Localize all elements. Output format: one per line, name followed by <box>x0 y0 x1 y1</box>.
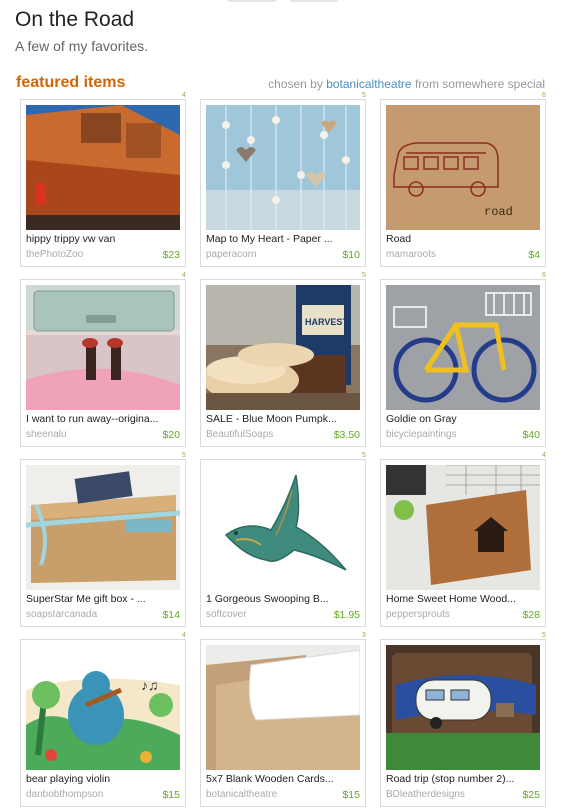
item-price: $25 <box>522 789 540 801</box>
suitcase-feet-photo[interactable] <box>26 285 180 410</box>
chosen-by-line: chosen by botanicaltheatre from somewher… <box>268 77 545 91</box>
item-shop[interactable]: bicyclepaintings <box>386 429 457 440</box>
item-card[interactable]: road Road mamaroots $4 <box>380 99 546 267</box>
page-subtitle: A few of my favorites. <box>15 38 149 54</box>
item-card[interactable]: 5x7 Blank Wooden Cards... botanicaltheat… <box>200 639 366 807</box>
paper-hearts-garland-photo[interactable] <box>206 105 360 230</box>
item-card[interactable]: HARVEST SALE - Blue Moon Pumpk... Beauti… <box>200 279 366 447</box>
item-title[interactable]: SuperStar Me gift box - ... <box>26 593 180 605</box>
van-card-image: road <box>386 105 540 230</box>
item-title[interactable]: bear playing violin <box>26 773 180 785</box>
item-title[interactable]: Map to My Heart - Paper ... <box>206 233 360 245</box>
item-card[interactable]: 1 Gorgeous Swooping B... softcover $1.95 <box>200 459 366 627</box>
vw-van-photo[interactable] <box>26 105 180 230</box>
curator-link[interactable]: botanicaltheatre <box>326 77 411 91</box>
item-rank: 4 <box>182 272 186 279</box>
item-shop[interactable]: softcover <box>206 609 247 620</box>
item-card[interactable]: Goldie on Gray bicyclepaintings $40 <box>380 279 546 447</box>
camper-leather-notebook-photo[interactable] <box>386 645 540 770</box>
soap-beer-image: HARVEST <box>206 285 360 410</box>
item-shop[interactable]: thePhotoZoo <box>26 249 83 260</box>
item-rank: 6 <box>542 272 546 279</box>
from-label: from <box>414 77 439 91</box>
item-title[interactable]: hippy trippy vw van <box>26 233 180 245</box>
camper-notebook-image <box>386 645 540 770</box>
item-price: $23 <box>162 249 180 261</box>
item-title[interactable]: Road <box>386 233 540 245</box>
gift-box-photo[interactable] <box>26 465 180 590</box>
item-title[interactable]: Road trip (stop number 2)... <box>386 773 540 785</box>
item-price: $20 <box>162 429 180 441</box>
item-card[interactable]: SuperStar Me gift box - ... soapstarcana… <box>20 459 186 627</box>
item-rank: 4 <box>542 452 546 459</box>
item-rank: 5 <box>362 452 366 459</box>
item-title[interactable]: SALE - Blue Moon Pumpk... <box>206 413 360 425</box>
location-text: somewhere special <box>442 77 545 91</box>
van-stamped-card-photo[interactable]: road <box>386 105 540 230</box>
item-price: $4 <box>528 249 540 261</box>
item-shop[interactable]: danbobthompson <box>26 789 103 800</box>
item-rank: 5 <box>362 92 366 99</box>
item-price: $15 <box>342 789 360 801</box>
svg-text:♪♫: ♪♫ <box>141 677 159 693</box>
bear-violin-image: ♪♫ <box>26 645 180 770</box>
item-shop[interactable]: BeautifulSoaps <box>206 429 273 440</box>
paper-hearts-image <box>206 105 360 230</box>
item-title[interactable]: 5x7 Blank Wooden Cards... <box>206 773 360 785</box>
bicycle-image <box>386 285 540 410</box>
item-title[interactable]: Home Sweet Home Wood... <box>386 593 540 605</box>
item-shop[interactable]: paperacorn <box>206 249 257 260</box>
item-card[interactable]: Road trip (stop number 2)... BDleatherde… <box>380 639 546 807</box>
item-price: $40 <box>522 429 540 441</box>
item-shop[interactable]: peppersprouts <box>386 609 450 620</box>
item-rank: 5 <box>182 452 186 459</box>
item-price: $28 <box>522 609 540 621</box>
item-rank: 6 <box>542 92 546 99</box>
item-price: $10 <box>342 249 360 261</box>
svg-text:road: road <box>484 205 513 219</box>
item-card[interactable]: ♪♫ bear playing violin danbobthompson $1… <box>20 639 186 807</box>
item-rank: 3 <box>362 632 366 639</box>
top-tab-left <box>228 0 276 2</box>
bear-violin-illustration[interactable]: ♪♫ <box>26 645 180 770</box>
house-card-image <box>386 465 540 590</box>
item-title[interactable]: Goldie on Gray <box>386 413 540 425</box>
top-tab-right <box>290 0 338 2</box>
item-rank: 5 <box>362 272 366 279</box>
blank-wooden-cards-photo[interactable] <box>206 645 360 770</box>
item-price: $15 <box>162 789 180 801</box>
svg-text:HARVEST: HARVEST <box>305 317 348 327</box>
item-title[interactable]: 1 Gorgeous Swooping B... <box>206 593 360 605</box>
wooden-house-card-photo[interactable] <box>386 465 540 590</box>
item-price: $3.50 <box>333 429 360 441</box>
item-card[interactable]: hippy trippy vw van thePhotoZoo $23 <box>20 99 186 267</box>
item-rank: 4 <box>182 632 186 639</box>
item-shop[interactable]: botanicaltheatre <box>206 789 277 800</box>
item-card[interactable]: I want to run away--origina... sheenalu … <box>20 279 186 447</box>
item-shop[interactable]: mamaroots <box>386 249 436 260</box>
item-rank: 4 <box>182 92 186 99</box>
featured-items-heading: featured items <box>16 74 126 91</box>
item-card[interactable]: Home Sweet Home Wood... peppersprouts $2… <box>380 459 546 627</box>
item-shop[interactable]: BDleatherdesigns <box>386 789 465 800</box>
item-shop[interactable]: soapstarcanada <box>26 609 97 620</box>
wooden-cards-image <box>206 645 360 770</box>
item-title[interactable]: I want to run away--origina... <box>26 413 180 425</box>
item-shop[interactable]: sheenalu <box>26 429 67 440</box>
item-price: $1.95 <box>333 609 360 621</box>
page-title: On the Road <box>15 8 135 31</box>
chosen-by-label: chosen by <box>268 77 323 91</box>
item-card[interactable]: Map to My Heart - Paper ... paperacorn $… <box>200 99 366 267</box>
yellow-bicycle-painting[interactable] <box>386 285 540 410</box>
gift-box-image <box>26 465 180 590</box>
bird-pendant-photo[interactable] <box>206 465 360 590</box>
soap-and-beer-photo[interactable]: HARVEST <box>206 285 360 410</box>
vw-van-image <box>26 105 180 230</box>
bird-pendant-image <box>206 465 360 590</box>
item-price: $14 <box>162 609 180 621</box>
suitcase-image <box>26 285 180 410</box>
item-rank: 5 <box>542 632 546 639</box>
